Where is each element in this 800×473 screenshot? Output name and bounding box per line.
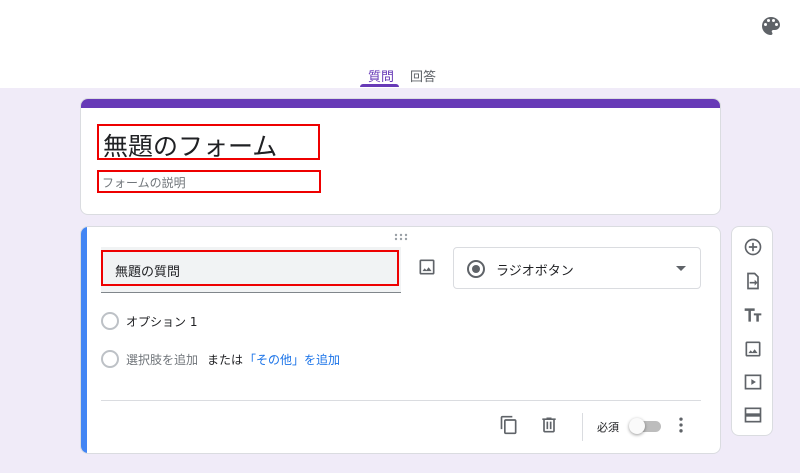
add-section-icon[interactable] (743, 405, 763, 425)
required-toggle[interactable] (629, 418, 663, 434)
add-image-icon[interactable] (743, 339, 763, 359)
form-title: 無題のフォーム (103, 132, 278, 161)
side-toolbar (731, 226, 773, 436)
title-text-icon[interactable] (743, 305, 763, 325)
import-questions-icon[interactable] (743, 271, 763, 291)
active-question-indicator (81, 227, 87, 453)
add-question-icon[interactable] (743, 237, 763, 257)
question-type-label: ラジオボタン (496, 264, 574, 279)
add-option-radio (101, 350, 119, 368)
add-option-row: 選択肢を追加 または 「その他」を追加 (101, 347, 681, 371)
active-tab-indicator (360, 84, 399, 87)
delete-icon[interactable] (539, 415, 559, 435)
required-label: 必須 (597, 421, 619, 434)
option-label[interactable]: オプション 1 (126, 313, 197, 330)
palette-icon[interactable] (759, 14, 783, 38)
question-title: 無題の質問 (115, 265, 181, 280)
top-bar: 質問 回答 (0, 0, 800, 88)
option-radio (101, 312, 119, 330)
radio-button-icon (466, 259, 486, 279)
chevron-down-icon (676, 266, 686, 272)
tab-bar: 質問 回答 (0, 60, 800, 88)
form-title-field[interactable]: 無題のフォーム (97, 124, 320, 161)
form-description-field[interactable]: フォームの説明 (97, 170, 321, 193)
question-footer-divider (101, 400, 701, 401)
tab-questions[interactable]: 質問 (368, 66, 394, 85)
question-card[interactable]: 無題の質問 ラジオボタン オプション 1 選択肢を追加 または 「その他」を追加… (80, 226, 721, 454)
form-title-card: 無題のフォーム フォームの説明 (80, 98, 721, 215)
title-card-accent-bar (81, 99, 720, 108)
form-description-placeholder: フォームの説明 (102, 176, 186, 190)
more-vert-icon[interactable] (671, 415, 691, 435)
question-type-dropdown[interactable]: ラジオボタン (453, 247, 701, 289)
add-video-icon[interactable] (743, 372, 763, 392)
option-row: オプション 1 (101, 309, 681, 333)
add-option-or-text: または (207, 353, 244, 367)
footer-divider (582, 413, 583, 441)
tab-responses[interactable]: 回答 (410, 66, 436, 85)
copy-icon[interactable] (499, 415, 519, 435)
question-title-highlight: 無題の質問 (101, 250, 399, 286)
image-icon[interactable] (417, 257, 437, 277)
drag-handle-icon[interactable] (394, 233, 408, 241)
add-other-link[interactable]: 「その他」を追加 (244, 351, 340, 368)
toggle-knob (629, 418, 645, 434)
add-option-button[interactable]: 選択肢を追加 (126, 351, 198, 368)
